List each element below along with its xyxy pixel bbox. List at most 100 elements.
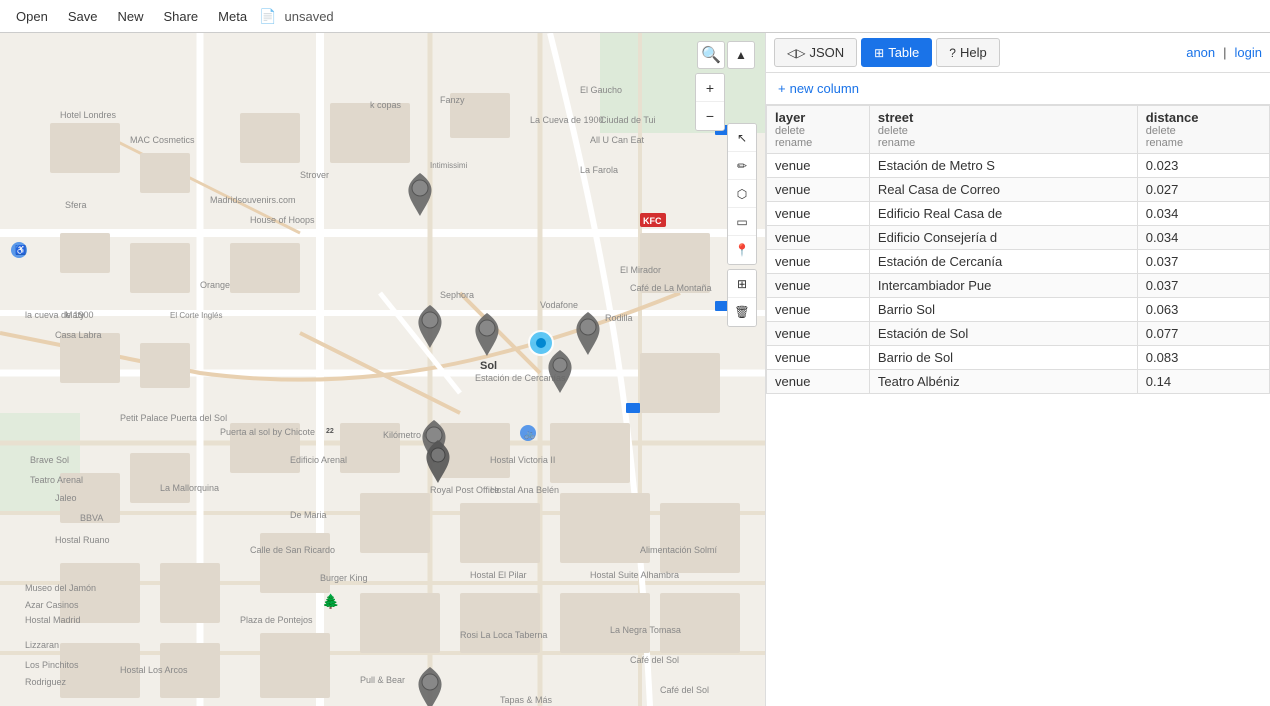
svg-text:Hostal Madrid: Hostal Madrid (25, 615, 81, 625)
json-tab-label: JSON (809, 45, 844, 60)
cell-distance-7[interactable]: 0.077 (1137, 322, 1269, 346)
svg-text:KFC: KFC (643, 216, 662, 226)
cell-street-7[interactable]: Estación de Sol (869, 322, 1137, 346)
col-header-layer-inner: layer delete rename (775, 110, 861, 149)
col-name-street: street (878, 110, 1129, 125)
collapse-panel-button[interactable]: ▲ (727, 41, 755, 69)
cell-street-5[interactable]: Intercambiador Pue (869, 274, 1137, 298)
col-rename-distance: rename (1146, 137, 1261, 149)
svg-text:All U Can Eat: All U Can Eat (590, 135, 645, 145)
cell-layer-2[interactable]: venue (767, 202, 870, 226)
svg-text:Strover: Strover (300, 170, 329, 180)
edit-table-button[interactable]: ⊞ (728, 270, 756, 298)
table-row: venueBarrio de Sol0.083 (767, 346, 1270, 370)
cell-distance-3[interactable]: 0.034 (1137, 226, 1269, 250)
save-button[interactable]: Save (60, 5, 106, 28)
json-tab[interactable]: ◁▷ JSON (774, 38, 857, 67)
cell-layer-0[interactable]: venue (767, 154, 870, 178)
svg-text:Sol: Sol (480, 360, 497, 372)
table-row: venueEstación de Sol0.077 (767, 322, 1270, 346)
table-row: venueIntercambiador Pue0.037 (767, 274, 1270, 298)
auth-separator: | (1223, 45, 1226, 60)
cell-street-9[interactable]: Teatro Albéniz (869, 370, 1137, 394)
delete-distance-col-button[interactable]: delete (1146, 125, 1176, 137)
meta-button[interactable]: Meta (210, 5, 255, 28)
cell-layer-6[interactable]: venue (767, 298, 870, 322)
cell-street-8[interactable]: Barrio de Sol (869, 346, 1137, 370)
cell-distance-4[interactable]: 0.037 (1137, 250, 1269, 274)
map-right-toolbar: ▲ ↖ ✏ ⬡ ▭ 📍 ⊞ 🗑 (727, 41, 757, 327)
cell-layer-5[interactable]: venue (767, 274, 870, 298)
share-button[interactable]: Share (155, 5, 206, 28)
new-button[interactable]: New (109, 5, 151, 28)
cell-distance-0[interactable]: 0.023 (1137, 154, 1269, 178)
add-column-button[interactable]: + new column (778, 81, 859, 96)
svg-text:22: 22 (326, 428, 334, 435)
svg-text:La Mallorquina: La Mallorquina (160, 483, 219, 493)
cell-layer-7[interactable]: venue (767, 322, 870, 346)
polygon-tool-button[interactable]: ⬡ (728, 180, 756, 208)
rect-tool-button[interactable]: ▭ (728, 208, 756, 236)
cell-layer-8[interactable]: venue (767, 346, 870, 370)
svg-text:Pull & Bear: Pull & Bear (360, 675, 405, 685)
rename-layer-col-button[interactable]: rename (775, 137, 812, 149)
data-table-container[interactable]: layer delete rename stre (766, 105, 1270, 706)
map-background: Madridsouvenirs.com k copas Hotel Londre… (0, 33, 765, 706)
svg-text:Hostal Suite Alhambra: Hostal Suite Alhambra (590, 570, 679, 580)
rename-distance-col-button[interactable]: rename (1146, 137, 1183, 149)
cell-layer-3[interactable]: venue (767, 226, 870, 250)
svg-text:Hostal Ana Belén: Hostal Ana Belén (490, 485, 559, 495)
table-row: venueEstación de Cercanía0.037 (767, 250, 1270, 274)
cell-street-1[interactable]: Real Casa de Correo (869, 178, 1137, 202)
svg-text:El Mirador: El Mirador (620, 265, 661, 275)
cell-distance-6[interactable]: 0.063 (1137, 298, 1269, 322)
svg-text:BBVA: BBVA (80, 513, 103, 523)
cell-street-4[interactable]: Estación de Cercanía (869, 250, 1137, 274)
cell-layer-1[interactable]: venue (767, 178, 870, 202)
zoom-out-button[interactable]: − (696, 102, 724, 130)
cell-street-2[interactable]: Edificio Real Casa de (869, 202, 1137, 226)
table-tab[interactable]: ⊞ Table (861, 38, 932, 67)
map-zoom-controls: + − (695, 73, 725, 131)
anon-link[interactable]: anon (1186, 45, 1215, 60)
cell-layer-9[interactable]: venue (767, 370, 870, 394)
cell-distance-8[interactable]: 0.083 (1137, 346, 1269, 370)
zoom-in-button[interactable]: + (696, 74, 724, 102)
table-row: venueReal Casa de Correo0.027 (767, 178, 1270, 202)
delete-street-col-button[interactable]: delete (878, 125, 908, 137)
cell-distance-2[interactable]: 0.034 (1137, 202, 1269, 226)
open-button[interactable]: Open (8, 5, 56, 28)
cell-distance-5[interactable]: 0.037 (1137, 274, 1269, 298)
svg-text:Royal Post Office: Royal Post Office (430, 485, 499, 495)
cell-street-0[interactable]: Estación de Metro S (869, 154, 1137, 178)
svg-text:Ciudad de Tui: Ciudad de Tui (600, 115, 656, 125)
col-actions-layer: delete (775, 125, 861, 137)
svg-text:Brave Sol: Brave Sol (30, 455, 69, 465)
help-tab[interactable]: ? Help (936, 38, 999, 67)
map-search-area: 🔍 (697, 41, 725, 69)
col-header-street: street delete rename (869, 106, 1137, 154)
cell-distance-1[interactable]: 0.027 (1137, 178, 1269, 202)
table-icon: ⊞ (874, 46, 884, 60)
map-area[interactable]: Madridsouvenirs.com k copas Hotel Londre… (0, 33, 765, 706)
pin-tool-button[interactable]: 📍 (728, 236, 756, 264)
delete-feature-button[interactable]: 🗑 (728, 298, 756, 326)
pencil-tool-button[interactable]: ✏ (728, 152, 756, 180)
cell-street-6[interactable]: Barrio Sol (869, 298, 1137, 322)
login-link[interactable]: login (1235, 45, 1262, 60)
col-header-street-inner: street delete rename (878, 110, 1129, 149)
svg-text:Fanzy: Fanzy (440, 95, 465, 105)
drawing-tools-group: ↖ ✏ ⬡ ▭ 📍 (727, 123, 757, 265)
svg-text:Intimissimi: Intimissimi (430, 161, 468, 170)
rename-street-col-button[interactable]: rename (878, 137, 915, 149)
cell-street-3[interactable]: Edificio Consejería d (869, 226, 1137, 250)
cell-distance-9[interactable]: 0.14 (1137, 370, 1269, 394)
pointer-tool-button[interactable]: ↖ (728, 124, 756, 152)
delete-layer-col-button[interactable]: delete (775, 125, 805, 137)
cell-layer-4[interactable]: venue (767, 250, 870, 274)
map-search-button[interactable]: 🔍 (697, 41, 725, 69)
svg-text:Lizzaran: Lizzaran (25, 640, 59, 650)
panel-header: ◁▷ JSON ⊞ Table ? Help anon | login (766, 33, 1270, 73)
svg-text:Tapas & Más: Tapas & Más (500, 695, 553, 705)
svg-text:la cueva de 1900: la cueva de 1900 (25, 310, 94, 320)
